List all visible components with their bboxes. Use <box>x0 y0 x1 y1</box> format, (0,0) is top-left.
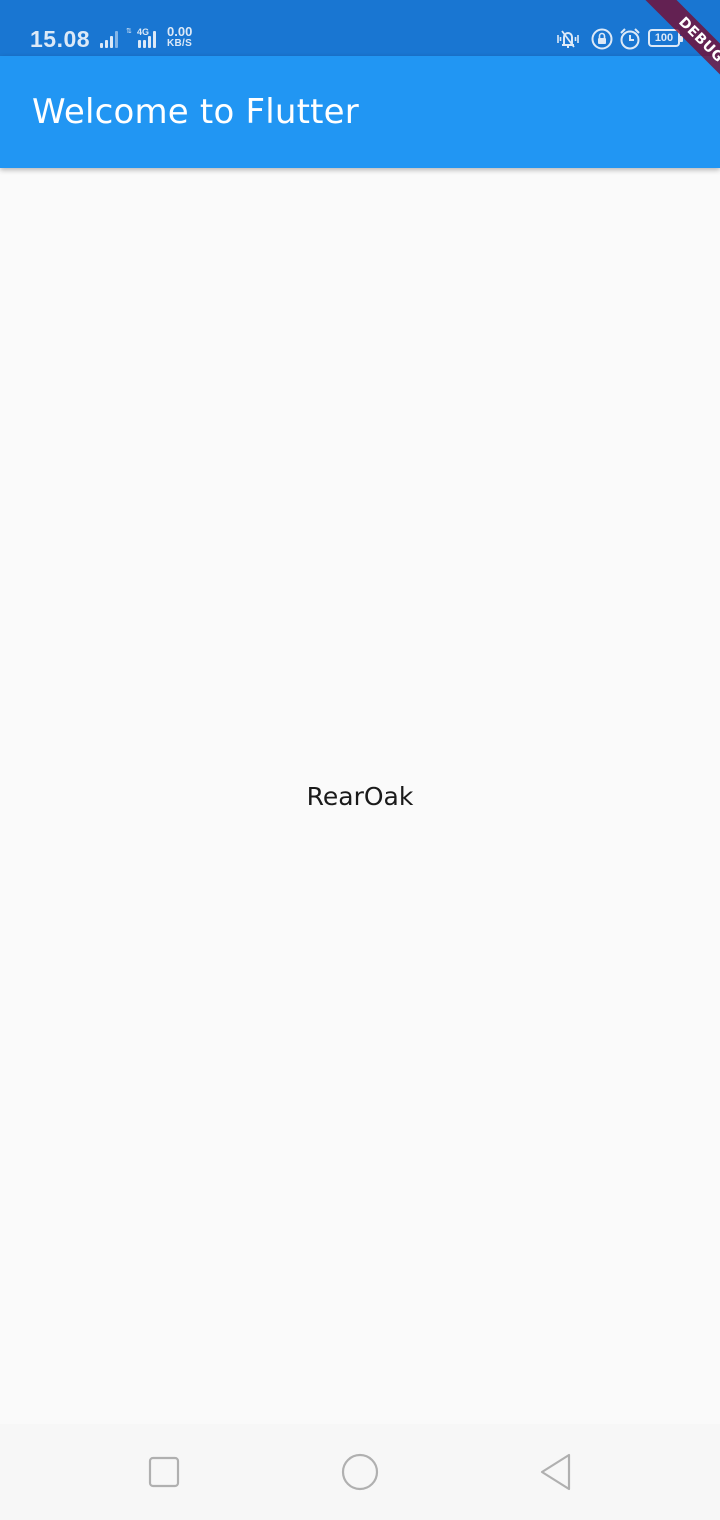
network-speed: 0.00 KB/S <box>167 24 193 50</box>
recents-icon <box>148 1456 180 1488</box>
app-bar: Welcome to Flutter <box>0 56 720 168</box>
status-time: 15.08 <box>30 26 91 52</box>
signal-icon <box>138 30 160 48</box>
app-screen: 15.08 ⇅ 4G 0.00 KB/S 100 Welcome to Flut… <box>0 0 720 1520</box>
vibrate-icon <box>555 26 581 52</box>
back-icon <box>540 1453 571 1491</box>
body: RearOak <box>0 168 720 1424</box>
data-arrows-icon: ⇅ <box>126 28 132 35</box>
app-bar-title: Welcome to Flutter <box>32 92 359 132</box>
home-icon <box>341 1453 379 1491</box>
back-button[interactable] <box>532 1448 580 1496</box>
speed-unit: KB/S <box>167 38 193 49</box>
recents-button[interactable] <box>140 1448 188 1496</box>
center-text: RearOak <box>306 782 414 811</box>
status-bar: 15.08 ⇅ 4G 0.00 KB/S 100 <box>0 0 720 56</box>
navigation-bar <box>0 1424 720 1520</box>
battery-level: 100 <box>654 32 674 44</box>
speed-value: 0.00 <box>167 24 193 39</box>
lock-rotation-icon <box>589 26 615 52</box>
signal-icon <box>100 30 122 48</box>
battery-icon: 100 <box>648 29 683 47</box>
alarm-icon <box>617 26 643 52</box>
home-button[interactable] <box>336 1448 384 1496</box>
